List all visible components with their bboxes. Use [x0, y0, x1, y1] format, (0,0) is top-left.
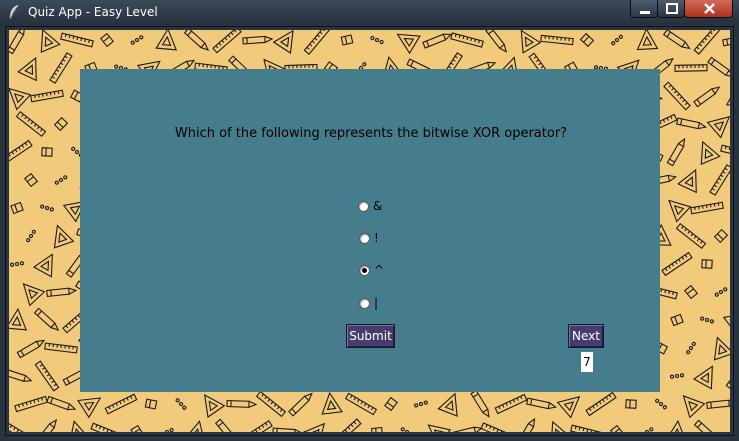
- minimize-button[interactable]: [630, 0, 658, 18]
- option-label: &: [373, 199, 383, 213]
- submit-button[interactable]: Submit: [346, 324, 395, 348]
- radio-button[interactable]: [358, 200, 369, 212]
- option-4[interactable]: |: [359, 295, 378, 311]
- quiz-app-window: Quiz App - Easy Level Which of the follo…: [0, 0, 739, 441]
- maximize-button[interactable]: [657, 0, 685, 18]
- next-button[interactable]: Next: [568, 324, 604, 348]
- close-button[interactable]: [684, 0, 733, 18]
- window-title: Quiz App - Easy Level: [28, 5, 158, 19]
- option-1[interactable]: &: [358, 198, 382, 214]
- feather-icon: [7, 4, 21, 20]
- option-label: |: [374, 296, 379, 310]
- option-3[interactable]: ^: [359, 262, 384, 278]
- radio-button[interactable]: [359, 232, 370, 244]
- quiz-panel: Which of the following represents the bi…: [80, 69, 660, 392]
- option-label: !: [374, 231, 379, 245]
- question-text: Which of the following represents the bi…: [174, 126, 568, 141]
- close-icon: [704, 3, 715, 14]
- title-bar[interactable]: Quiz App - Easy Level: [0, 0, 739, 25]
- question-counter: 7: [581, 352, 593, 372]
- radio-button-selected[interactable]: [359, 264, 370, 276]
- minimize-icon: [640, 11, 650, 14]
- radio-button[interactable]: [359, 297, 370, 309]
- maximize-icon: [666, 3, 678, 14]
- option-label: ^: [374, 263, 385, 277]
- option-2[interactable]: !: [359, 230, 379, 246]
